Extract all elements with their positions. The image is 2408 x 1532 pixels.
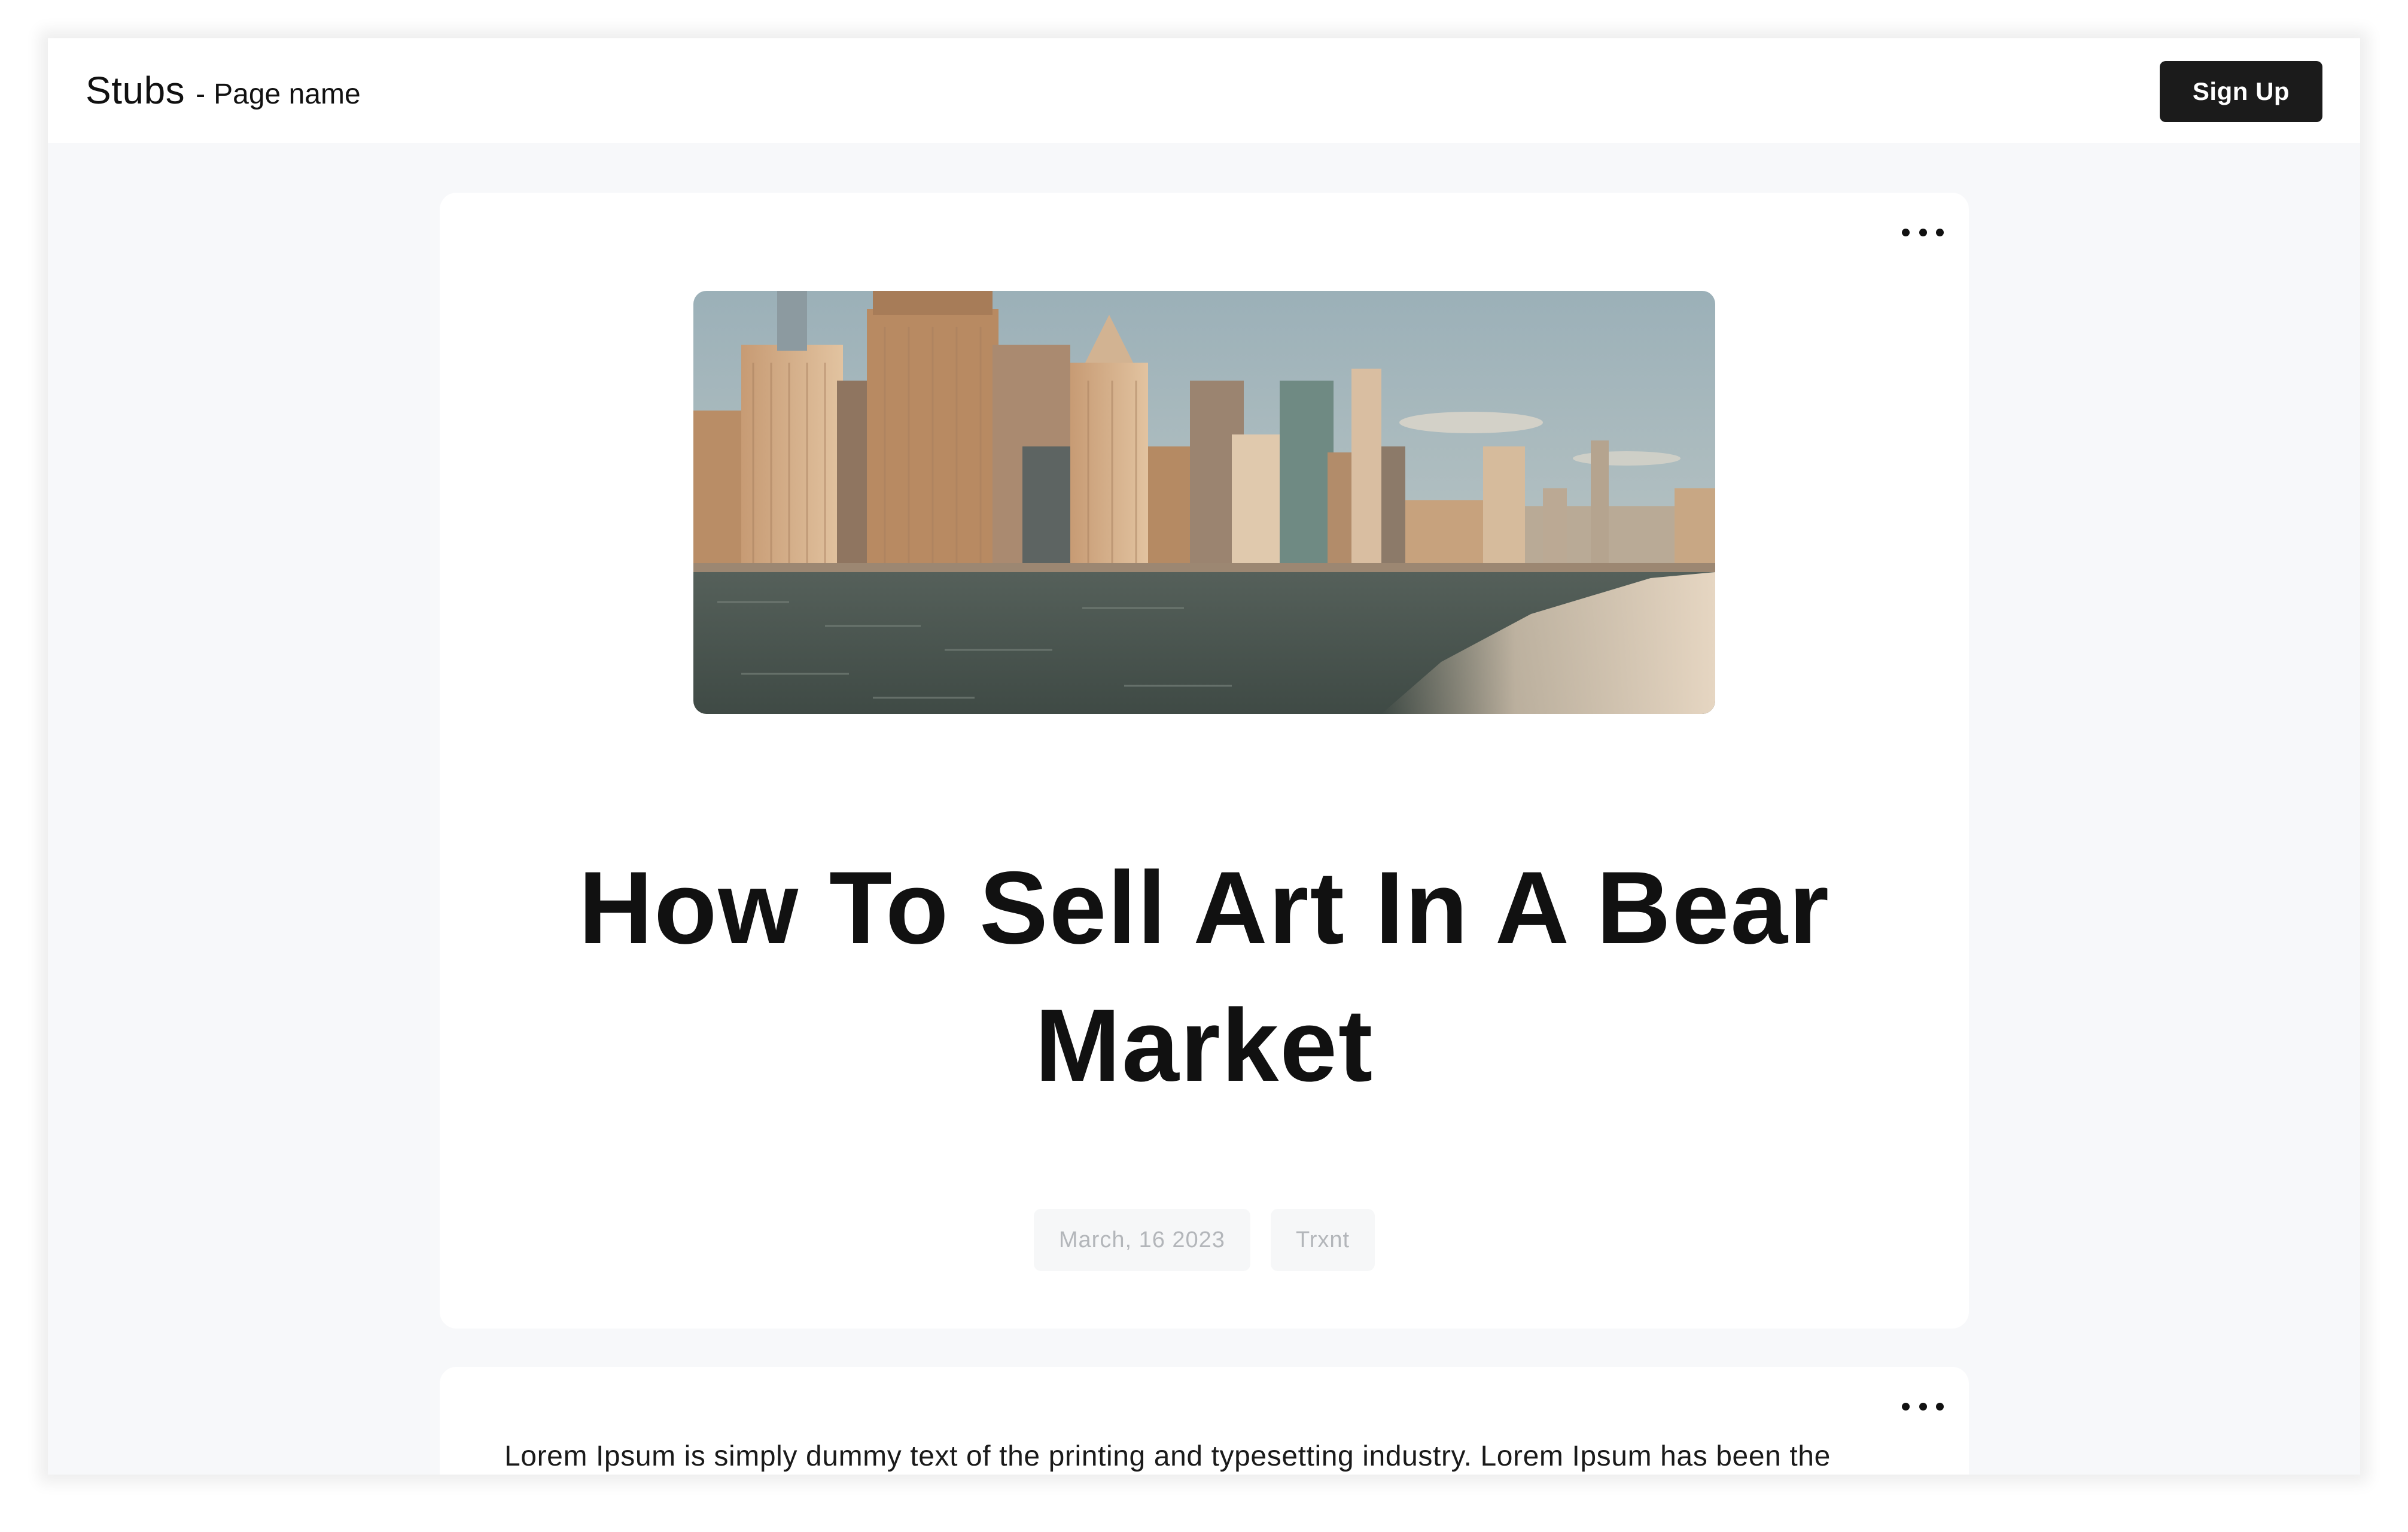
post-body-text: Lorem Ipsum is simply dummy text of the …: [504, 1440, 1831, 1472]
sign-up-button[interactable]: Sign Up: [2160, 61, 2322, 122]
more-options-button[interactable]: [1902, 220, 1944, 244]
more-horizontal-icon: [1902, 1402, 1910, 1411]
brand-separator: -: [196, 78, 206, 110]
app-window: Stubs - Page name Sign Up How To Sell Ar…: [48, 38, 2360, 1475]
more-horizontal-icon: [1936, 228, 1944, 236]
more-horizontal-icon: [1936, 1402, 1944, 1411]
post-date-badge: March, 16 2023: [1033, 1209, 1250, 1271]
more-horizontal-icon: [1919, 1402, 1927, 1411]
hero-post-card: How To Sell Art In A Bear Market March, …: [440, 193, 1969, 1329]
city-skyline-image: [693, 291, 1715, 714]
cover-image: [693, 291, 1715, 714]
more-horizontal-icon: [1919, 228, 1927, 236]
post-title: How To Sell Art In A Bear Market: [579, 850, 1830, 1103]
top-bar: Stubs - Page name Sign Up: [48, 38, 2360, 143]
post-body-card: Lorem Ipsum is simply dummy text of the …: [440, 1367, 1969, 1475]
brand: Stubs - Page name: [86, 68, 361, 113]
brand-name[interactable]: Stubs: [86, 68, 185, 113]
more-options-button[interactable]: [1902, 1394, 1944, 1418]
page-name: Page name: [214, 78, 361, 110]
more-horizontal-icon: [1902, 228, 1910, 236]
post-author-badge[interactable]: Trxnt: [1270, 1209, 1375, 1271]
post-meta: March, 16 2023 Trxnt: [440, 1209, 1969, 1271]
